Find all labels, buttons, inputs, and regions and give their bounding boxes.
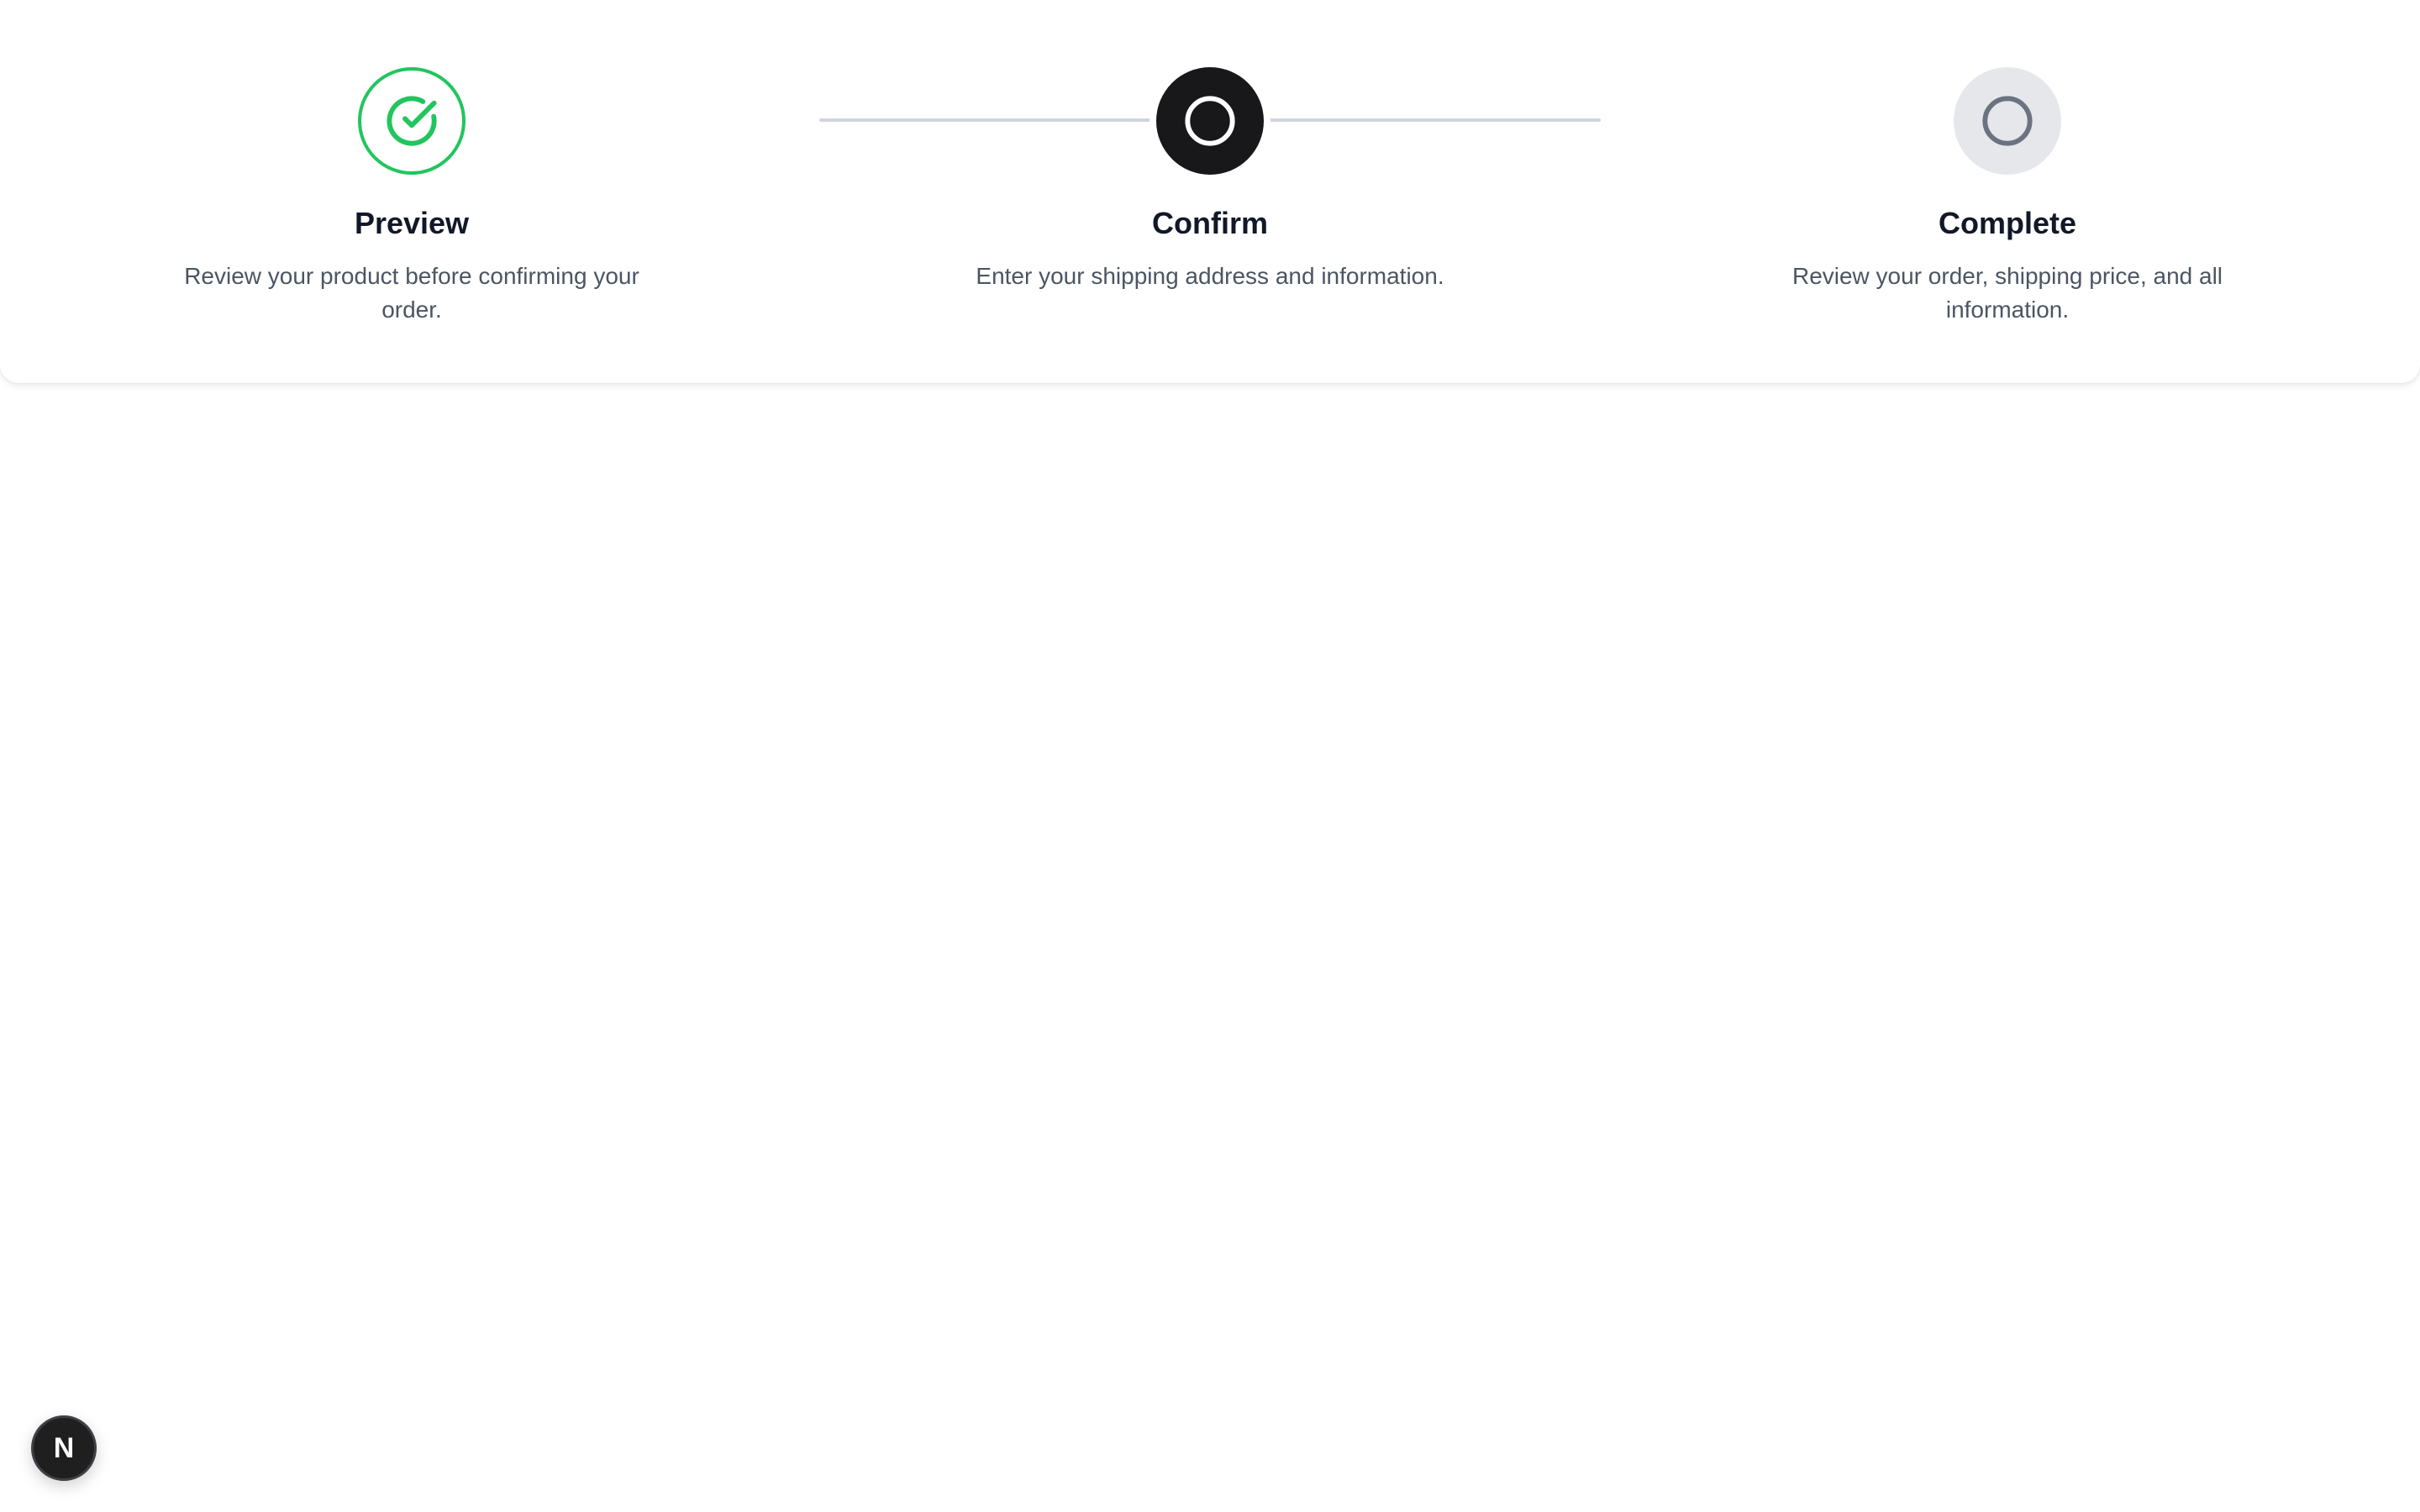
step-complete-description: Review your order, shipping price, and a… — [1791, 263, 2223, 323]
nextjs-logo-icon: N — [53, 1431, 75, 1464]
checkout-stepper: Preview Review your product before confi… — [0, 0, 2420, 383]
check-circle-icon — [387, 96, 437, 146]
step-confirm-indicator — [1156, 67, 1264, 175]
step-complete-title: Complete — [1938, 206, 2077, 240]
step-confirm-title: Confirm — [1152, 206, 1268, 240]
step-confirm-description: Enter your shipping address and informat… — [976, 263, 1444, 290]
step-preview-description: Review your product before confirming yo… — [184, 263, 639, 323]
nextjs-dev-tools-button[interactable]: N — [31, 1415, 97, 1481]
step-preview-title: Preview — [354, 206, 470, 240]
circle-icon — [1982, 96, 2033, 146]
step-confirm[interactable]: Confirm Enter your shipping address and … — [908, 67, 1512, 293]
step-preview-indicator — [358, 67, 466, 175]
circle-icon — [1185, 96, 1235, 146]
step-complete[interactable]: Complete Review your order, shipping pri… — [1705, 67, 2310, 327]
step-complete-indicator — [1954, 67, 2061, 175]
step-preview[interactable]: Preview Review your product before confi… — [109, 67, 714, 327]
